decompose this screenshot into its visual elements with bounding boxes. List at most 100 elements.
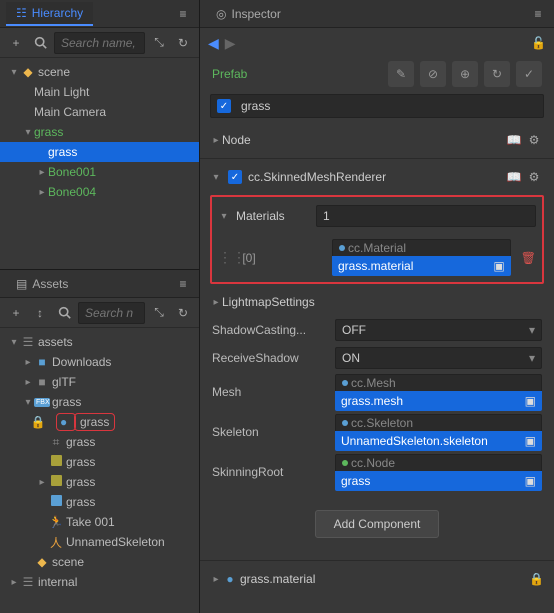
drag-handle-icon[interactable]: ⋮⋮ [218, 249, 230, 266]
asset-scene[interactable]: ◆ scene [0, 552, 199, 572]
expand-arrow-icon[interactable]: ▾ [22, 127, 34, 138]
collapse-all-icon[interactable]: ⤡ [149, 303, 169, 323]
help-icon[interactable]: 📖 [504, 167, 524, 187]
lock-icon[interactable]: 🔒 [529, 572, 544, 586]
hierarchy-tab[interactable]: ☷ Hierarchy [6, 2, 93, 26]
prop-label: ReceiveShadow [212, 351, 327, 365]
shadow-casting-select[interactable]: OFF ▾ [335, 319, 542, 341]
help-icon[interactable]: 📖 [504, 130, 524, 150]
prefab-icon [48, 455, 64, 469]
prefab-revert-button[interactable]: ↻ [484, 61, 510, 87]
asset-label: internal [38, 575, 77, 589]
asset-label: grass [66, 455, 95, 469]
asset-label: grass [66, 435, 95, 449]
prefab-unlink-button[interactable]: ⊘ [420, 61, 446, 87]
asset-take001[interactable]: 🏃 Take 001 [0, 512, 199, 532]
search-icon[interactable] [54, 303, 74, 323]
tree-node-main-camera[interactable]: Main Camera [0, 102, 199, 122]
expand-arrow-icon[interactable]: ▸ [36, 477, 48, 488]
section-title: LightmapSettings [222, 295, 544, 309]
delete-icon[interactable]: 🗑 [521, 251, 536, 265]
node-enabled-checkbox[interactable]: ✓ [217, 99, 231, 113]
asset-folder-downloads[interactable]: ▸ ■ Downloads [0, 352, 199, 372]
assets-search-input[interactable] [78, 302, 145, 324]
asset-grass-texture[interactable]: ▸ grass [0, 472, 199, 492]
add-component-button[interactable]: Add Component [315, 510, 440, 538]
collapse-all-icon[interactable]: ⤡ [149, 33, 169, 53]
search-icon[interactable] [30, 33, 50, 53]
node-name-input[interactable] [237, 99, 543, 113]
tree-node-grass-parent[interactable]: ▾ grass [0, 122, 199, 142]
refresh-icon[interactable]: ↻ [173, 303, 193, 323]
expand-arrow-icon[interactable]: ▸ [210, 297, 222, 308]
locate-asset-icon[interactable]: ▣ [525, 474, 536, 488]
expand-arrow-icon[interactable]: ▸ [36, 187, 48, 198]
materials-count-field[interactable]: 1 [316, 205, 536, 227]
prefab-locate-button[interactable]: ⊕ [452, 61, 478, 87]
animation-icon: 🏃 [48, 515, 64, 529]
add-asset-button[interactable]: + [6, 303, 26, 323]
receive-shadow-select[interactable]: ON ▾ [335, 347, 542, 369]
asset-value-label: grass.mesh [341, 394, 403, 408]
prefab-apply-button[interactable]: ✓ [516, 61, 542, 87]
node-section-header[interactable]: ▸ Node 📖 ⚙ [200, 126, 554, 154]
assets-icon: ▤ [16, 277, 27, 291]
component-enabled-checkbox[interactable]: ✓ [228, 170, 242, 184]
add-node-button[interactable]: + [6, 33, 26, 53]
tree-node-bone004[interactable]: ▸ Bone004 [0, 182, 199, 202]
tree-node-scene[interactable]: ▾ ◆ scene [0, 62, 199, 82]
nav-forward-icon[interactable]: ▶ [225, 35, 236, 52]
refresh-icon[interactable]: ↻ [173, 33, 193, 53]
asset-grass-material[interactable]: 🔒 ● grass [0, 412, 199, 432]
grass-material-footer[interactable]: ▸ ● grass.material 🔒 [200, 565, 554, 593]
asset-folder-root[interactable]: ▾ ☰ assets [0, 332, 199, 352]
asset-folder-gltf[interactable]: ▸ ■ glTF [0, 372, 199, 392]
component-header[interactable]: ▾ ✓ cc.SkinnedMeshRenderer 📖 ⚙ [200, 163, 554, 191]
skeleton-asset-slot[interactable]: cc.Skeleton UnnamedSkeleton.skeleton▣ [335, 414, 542, 451]
materials-label[interactable]: ▾ Materials [218, 209, 308, 223]
expand-arrow-icon[interactable]: ▾ [210, 172, 222, 183]
expand-arrow-icon[interactable]: ▸ [36, 167, 48, 178]
hierarchy-search-input[interactable] [54, 32, 145, 54]
gear-icon[interactable]: ⚙ [524, 130, 544, 150]
nav-back-icon[interactable]: ◀ [208, 35, 219, 52]
lightmap-section-header[interactable]: ▸ LightmapSettings [200, 288, 554, 316]
inspector-tab[interactable]: ◎ Inspector [206, 3, 291, 25]
asset-fbx-grass[interactable]: ▾ FBX grass [0, 392, 199, 412]
asset-grass-prefab[interactable]: grass [0, 452, 199, 472]
material-asset-slot[interactable]: cc.Material grass.material▣ [332, 239, 511, 276]
expand-arrow-icon[interactable]: ▸ [210, 574, 222, 585]
tree-node-bone001[interactable]: ▸ Bone001 [0, 162, 199, 182]
hierarchy-menu-icon[interactable]: ≡ [173, 4, 193, 24]
gear-icon[interactable]: ⚙ [524, 167, 544, 187]
assets-menu-icon[interactable]: ≡ [173, 274, 193, 294]
expand-arrow-icon[interactable]: ▾ [8, 337, 20, 348]
expand-arrow-icon[interactable]: ▾ [22, 397, 34, 408]
tree-node-grass-selected[interactable]: grass [0, 142, 199, 162]
expand-arrow-icon[interactable]: ▸ [22, 357, 34, 368]
hierarchy-icon: ☷ [16, 6, 27, 20]
scene-icon: ◆ [20, 65, 36, 79]
expand-arrow-icon[interactable]: ▸ [210, 135, 222, 146]
tree-node-main-light[interactable]: Main Light [0, 82, 199, 102]
locate-asset-icon[interactable]: ▣ [493, 259, 504, 273]
assets-tree: ▾ ☰ assets ▸ ■ Downloads ▸ ■ glTF ▾ FBX … [0, 328, 199, 613]
assets-tab[interactable]: ▤ Assets [6, 273, 78, 295]
asset-unnamed-skeleton[interactable]: 人 UnnamedSkeleton [0, 532, 199, 552]
expand-arrow-icon[interactable]: ▸ [8, 577, 20, 588]
asset-grass-mesh[interactable]: ⌗ grass [0, 432, 199, 452]
asset-folder-internal[interactable]: ▸ ☰ internal [0, 572, 199, 592]
sort-icon[interactable]: ↕ [30, 303, 50, 323]
skinning-root-asset-slot[interactable]: cc.Node grass▣ [335, 454, 542, 491]
folder-icon: ■ [34, 375, 50, 389]
locate-asset-icon[interactable]: ▣ [525, 394, 536, 408]
expand-arrow-icon[interactable]: ▾ [8, 67, 20, 78]
expand-arrow-icon[interactable]: ▸ [22, 377, 34, 388]
lock-icon[interactable]: 🔓 [531, 36, 546, 50]
inspector-menu-icon[interactable]: ≡ [528, 4, 548, 24]
mesh-asset-slot[interactable]: cc.Mesh grass.mesh▣ [335, 374, 542, 411]
component-title: cc.SkinnedMeshRenderer [248, 170, 504, 184]
asset-grass-skin[interactable]: grass [0, 492, 199, 512]
prefab-edit-button[interactable]: ✎ [388, 61, 414, 87]
locate-asset-icon[interactable]: ▣ [525, 434, 536, 448]
